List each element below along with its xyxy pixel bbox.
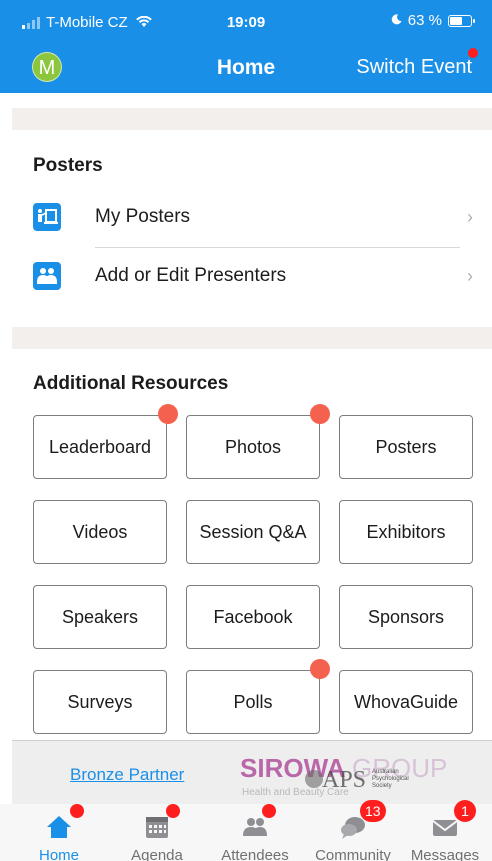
svg-text:Australian: Australian (372, 769, 399, 775)
tile-label: Speakers (61, 606, 139, 627)
surveys-tile[interactable]: Surveys (33, 670, 167, 734)
svg-text:APS: APS (322, 767, 366, 793)
tab-label: Agenda (131, 847, 183, 861)
notification-dot (70, 804, 84, 818)
tab-messages[interactable]: 1 Messages (396, 800, 492, 861)
my-posters-label: My Posters (95, 206, 191, 227)
my-posters-row[interactable]: My Posters › (33, 189, 473, 247)
tile-label: Sponsors (367, 606, 445, 627)
tile-label: Exhibitors (366, 521, 446, 542)
battery-percent: 63 % (407, 12, 442, 29)
tab-attendees[interactable]: Attendees (206, 804, 304, 861)
partner-banner: Bronze Partner SIROWA GROUP Health and B… (12, 740, 492, 804)
facebook-tile[interactable]: Facebook (186, 585, 320, 649)
tab-agenda[interactable]: Agenda (108, 804, 206, 861)
bronze-partner-link[interactable]: Bronze Partner (70, 765, 184, 785)
chevron-right-icon: › (467, 207, 473, 227)
tile-label: Photos (224, 436, 282, 457)
exhibitors-tile[interactable]: Exhibitors (339, 500, 473, 564)
notification-dot (262, 804, 276, 818)
photos-tile[interactable]: Photos (186, 415, 320, 479)
tile-label: Facebook (213, 606, 293, 627)
tile-label: Polls (233, 691, 273, 712)
leaderboard-tile[interactable]: Leaderboard (33, 415, 167, 479)
notification-dot (158, 404, 178, 424)
polls-tile[interactable]: Polls (186, 670, 320, 734)
tab-label: Messages (410, 847, 480, 861)
notification-dot (468, 48, 478, 58)
moon-icon (391, 12, 402, 29)
svg-text:Psychological: Psychological (372, 776, 409, 782)
community-badge: 13 (360, 800, 386, 822)
tile-label: WhovaGuide (353, 691, 459, 712)
whovaguide-tile[interactable]: WhovaGuide (339, 670, 473, 734)
tile-label: Leaderboard (48, 436, 152, 457)
tab-label: Community (315, 847, 391, 861)
section-separator (12, 327, 492, 349)
notification-dot (166, 804, 180, 818)
sponsors-tile[interactable]: Sponsors (339, 585, 473, 649)
notification-dot (310, 659, 330, 679)
calendar-icon (146, 817, 168, 838)
switch-event-button[interactable]: Switch Event (356, 56, 472, 79)
home-icon (47, 816, 71, 838)
videos-tile[interactable]: Videos (33, 500, 167, 564)
poster-board-icon (33, 203, 61, 231)
tile-label: Posters (375, 436, 437, 457)
top-bar: T-Mobile CZ 19:09 63 % M Home Switch Eve… (0, 0, 492, 93)
tab-bar: Home Agenda Attendees 13 Community 1 Mes… (0, 800, 492, 861)
notification-dot (310, 404, 330, 424)
battery-status: 63 % (391, 12, 475, 29)
tile-label: Videos (72, 521, 128, 542)
status-bar: T-Mobile CZ 19:09 63 % (0, 0, 492, 40)
messages-badge: 1 (454, 800, 476, 822)
envelope-icon (432, 820, 458, 836)
add-edit-presenters-row[interactable]: Add or Edit Presenters › (33, 248, 473, 306)
battery-icon (448, 14, 475, 27)
presenters-icon (33, 262, 61, 290)
tab-label: Attendees (221, 847, 289, 861)
sponsor-logo[interactable]: SIROWA GROUP Health and Beauty Care APS … (240, 749, 460, 799)
speakers-tile[interactable]: Speakers (33, 585, 167, 649)
nav-bar: M Home Switch Event (0, 48, 492, 88)
tab-home[interactable]: Home (10, 804, 108, 861)
resources-section-title: Additional Resources (33, 373, 229, 394)
people-icon (243, 818, 267, 836)
tile-label: Surveys (67, 691, 133, 712)
tab-label: Home (38, 847, 79, 861)
posters-tile[interactable]: Posters (339, 415, 473, 479)
tab-community[interactable]: 13 Community (304, 800, 402, 861)
section-separator (12, 108, 492, 130)
chevron-right-icon: › (467, 266, 473, 286)
svg-text:Society: Society (372, 783, 392, 789)
session-qa-tile[interactable]: Session Q&A (186, 500, 320, 564)
tile-label: Session Q&A (199, 521, 307, 542)
add-edit-presenters-label: Add or Edit Presenters (95, 265, 287, 286)
posters-section-title: Posters (33, 155, 103, 176)
